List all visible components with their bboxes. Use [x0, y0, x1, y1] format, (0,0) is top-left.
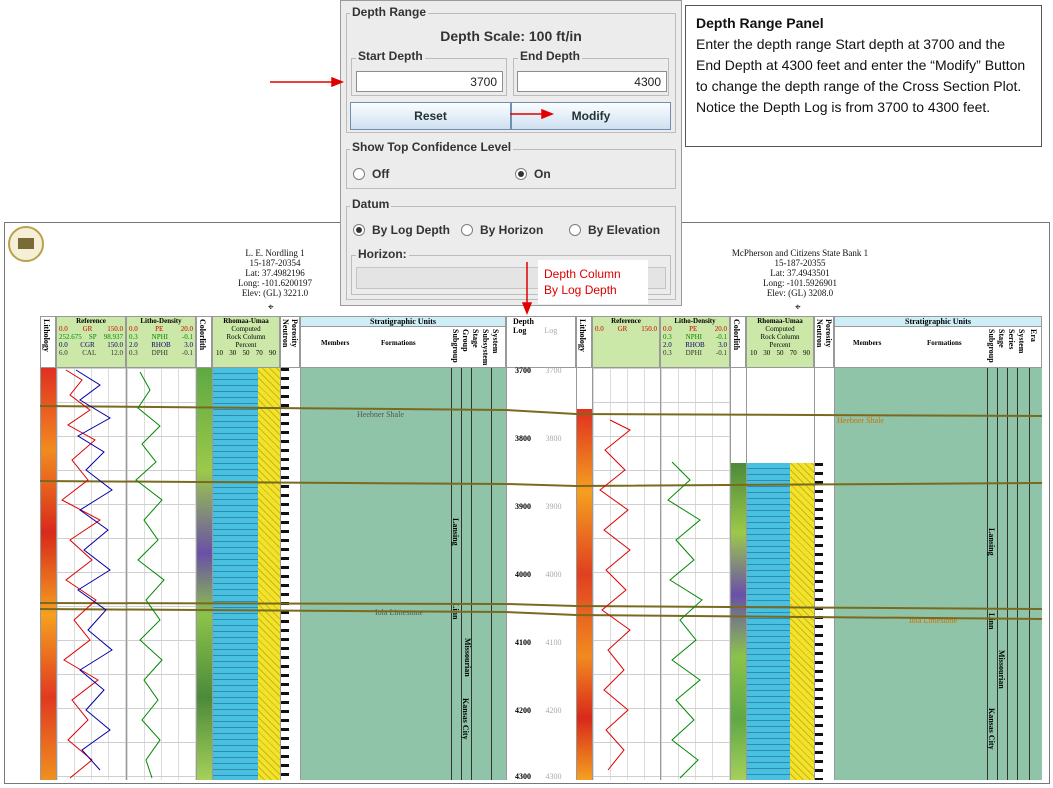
depth-scale-label: Depth Scale: 100 ft/in — [440, 28, 582, 44]
depth-range-title: Depth Range — [350, 5, 429, 19]
datum-log-depth-radio[interactable] — [353, 224, 365, 236]
confidence-off-radio[interactable] — [353, 168, 365, 180]
start-depth-input[interactable]: 3700 — [356, 71, 503, 92]
annotation-line-1: Depth Column — [544, 267, 621, 281]
modify-button[interactable]: Modify — [511, 102, 671, 130]
note-body: Enter the depth range Start depth at 370… — [696, 36, 1026, 115]
log-curves-left — [61, 369, 165, 779]
datum-elevation-label[interactable]: By Elevation — [588, 223, 660, 237]
datum-title: Datum — [350, 197, 392, 211]
confidence-group — [346, 149, 676, 189]
log-curves-right — [599, 419, 703, 779]
note-title: Depth Range Panel — [696, 15, 824, 31]
annotation-line-2: By Log Depth — [544, 283, 617, 297]
confidence-on-label[interactable]: On — [534, 167, 551, 181]
datum-horizon-label[interactable]: By Horizon — [480, 223, 543, 237]
horizon-title: Horizon: — [356, 247, 409, 261]
start-depth-label: Start Depth — [356, 49, 425, 63]
correlation-line — [39, 405, 1043, 620]
end-depth-label: End Depth — [518, 49, 582, 63]
confidence-title: Show Top Confidence Level — [350, 140, 514, 154]
instruction-note: Depth Range Panel Enter the depth range … — [685, 5, 1042, 147]
datum-horizon-radio[interactable] — [461, 224, 473, 236]
confidence-on-radio[interactable] — [515, 168, 527, 180]
depth-column-annotation: Depth Column By Log Depth — [538, 260, 648, 304]
reset-button[interactable]: Reset — [350, 102, 511, 130]
datum-elevation-radio[interactable] — [569, 224, 581, 236]
end-depth-input[interactable]: 4300 — [517, 71, 667, 92]
datum-log-depth-label[interactable]: By Log Depth — [372, 223, 450, 237]
confidence-off-label[interactable]: Off — [372, 167, 389, 181]
